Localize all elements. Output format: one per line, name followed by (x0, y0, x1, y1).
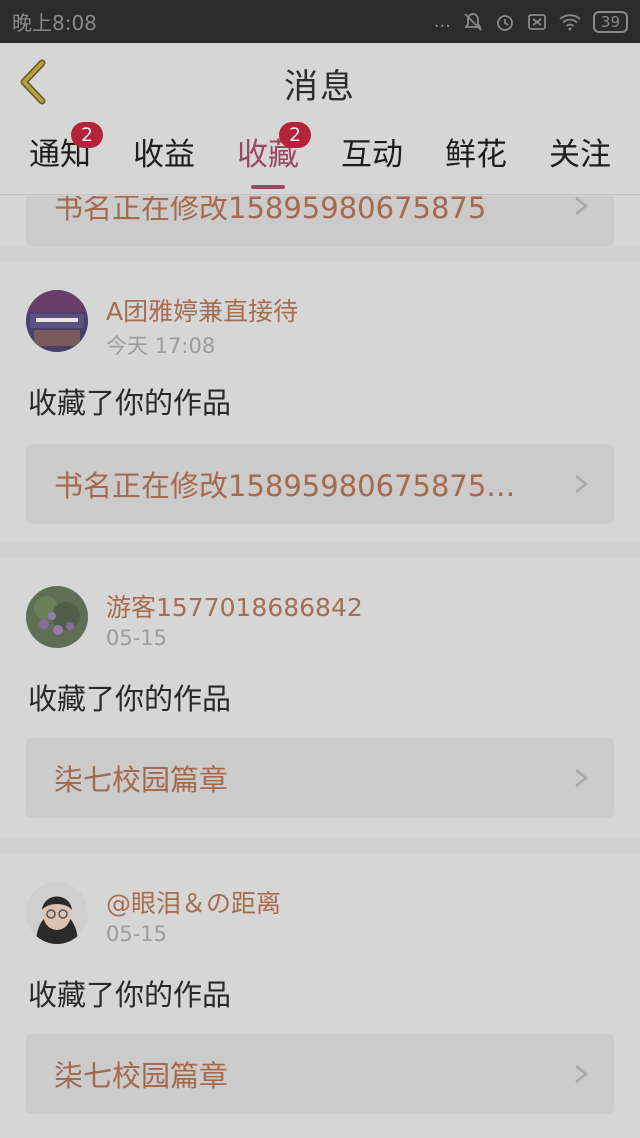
chevron-right-icon (575, 197, 588, 215)
action-text: 收藏了你的作品 (28, 682, 232, 716)
user-avatar-image (26, 290, 88, 352)
sim-off-icon (528, 13, 546, 30)
work-link[interactable]: 柒七校园篇章 (26, 738, 614, 818)
tab-flowers[interactable]: 鲜花 (431, 133, 521, 189)
header: 消息 (0, 43, 640, 123)
unread-badge: 2 (71, 122, 103, 148)
tab-notifications[interactable]: 通知 2 (15, 122, 105, 189)
tab-bar: 通知 2 收益 收藏 2 互动 鲜花 关注 (0, 122, 640, 195)
work-link[interactable]: 书名正在修改15895980675875… (26, 444, 614, 524)
status-time: 晚上8:08 (12, 11, 97, 35)
message-list[interactable]: 书名正在修改15895980675875 A团雅婷兼直接待 今天 17:08 收… (0, 196, 640, 1138)
username[interactable]: @眼泪＆の距离 (106, 884, 281, 920)
user-row: 游客1577018686842 05-15 (26, 586, 606, 652)
action-text: 收藏了你的作品 (28, 386, 232, 420)
list-item: 游客1577018686842 05-15 收藏了你的作品 柒七校园篇章 (0, 558, 640, 838)
battery-icon: 39 (592, 10, 628, 33)
action-text: 收藏了你的作品 (28, 978, 232, 1012)
list-item: 书名正在修改15895980675875 (0, 196, 640, 246)
alarm-icon (497, 14, 513, 31)
unread-badge: 2 (279, 122, 311, 148)
work-title: 书名正在修改15895980675875… (54, 469, 516, 503)
wifi-icon (559, 13, 581, 30)
work-link[interactable]: 柒七校园篇章 (26, 1034, 614, 1114)
tab-label: 互动 (341, 137, 403, 173)
tab-label: 关注 (549, 137, 611, 173)
back-button[interactable] (14, 57, 54, 107)
page-title: 消息 (284, 66, 356, 107)
avatar[interactable] (26, 882, 88, 944)
status-icons: ... 39 (433, 10, 628, 33)
tab-interactions[interactable]: 互动 (327, 133, 417, 189)
timestamp: 05-15 (106, 626, 168, 650)
user-row: A团雅婷兼直接待 今天 17:08 (26, 290, 606, 358)
work-title: 书名正在修改15895980675875 (54, 196, 487, 225)
work-title: 柒七校园篇章 (54, 763, 229, 797)
tab-earnings[interactable]: 收益 (119, 133, 209, 189)
user-avatar-image (26, 586, 88, 648)
tab-favorites[interactable]: 收藏 2 (223, 122, 313, 189)
user-avatar-image (26, 882, 88, 944)
list-item: @眼泪＆の距离 05-15 收藏了你的作品 柒七校园篇章 (0, 854, 640, 1138)
tab-label: 收益 (133, 137, 195, 173)
avatar[interactable] (26, 290, 88, 352)
avatar[interactable] (26, 586, 88, 648)
active-tab-indicator (251, 185, 285, 189)
work-title: 柒七校园篇章 (54, 1059, 229, 1093)
username[interactable]: 游客1577018686842 (106, 588, 363, 624)
work-link[interactable]: 书名正在修改15895980675875 (26, 196, 614, 246)
list-item: A团雅婷兼直接待 今天 17:08 收藏了你的作品 书名正在修改15895980… (0, 262, 640, 542)
timestamp: 今天 17:08 (106, 334, 216, 358)
username[interactable]: A团雅婷兼直接待 (106, 292, 298, 328)
more-dots-icon: ... (433, 11, 451, 32)
user-row: @眼泪＆の距离 05-15 (26, 882, 606, 948)
timestamp: 05-15 (106, 922, 168, 946)
status-bar: 晚上8:08 ... 39 (0, 0, 640, 43)
notifications-off-icon (464, 12, 482, 31)
chevron-right-icon (575, 1065, 588, 1083)
back-arrow-icon (20, 59, 46, 105)
chevron-right-icon (575, 769, 588, 787)
chevron-right-icon (575, 475, 588, 493)
tab-follows[interactable]: 关注 (535, 133, 625, 189)
tab-label: 鲜花 (445, 137, 507, 173)
